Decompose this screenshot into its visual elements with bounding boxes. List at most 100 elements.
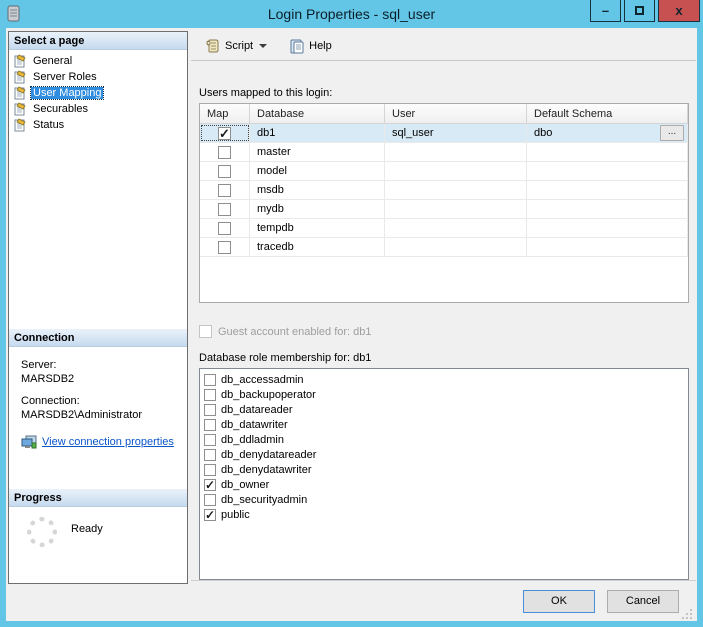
dropdown-arrow-icon [259,43,268,48]
maximize-button[interactable] [624,0,655,22]
page-list: General Server Roles User Mapping Secura… [9,50,187,329]
role-checkbox[interactable] [204,388,216,401]
connection-value: MARSDB2\Administrator [21,409,143,421]
table-row-tempdb[interactable]: tempdb [200,219,688,238]
default-schema-cell[interactable] [527,181,688,199]
users-mapped-table: Map Database User Default Schema db1 sql… [199,103,689,303]
user-cell[interactable] [385,143,527,161]
database-roles-list: db_accessadmin db_backupoperator db_data… [199,368,689,580]
map-checkbox[interactable] [218,221,231,235]
table-row-mydb[interactable]: mydb [200,200,688,219]
database-cell[interactable]: tracedb [250,238,385,256]
list-item-db-accessadmin[interactable]: db_accessadmin [204,372,688,387]
table-row-msdb[interactable]: msdb [200,181,688,200]
default-schema-cell[interactable] [527,162,688,180]
database-cell[interactable]: db1 [250,124,385,142]
server-label: Server: [21,359,57,371]
sidebar-item-user-mapping[interactable]: User Mapping [9,85,187,101]
resize-grip[interactable] [681,608,693,620]
ok-button[interactable]: OK [523,590,595,613]
database-cell[interactable]: mydb [250,200,385,218]
script-button[interactable]: Script [199,34,273,58]
cancel-button[interactable]: Cancel [607,590,679,613]
connection-properties-icon [21,435,37,449]
map-checkbox[interactable] [218,164,231,178]
script-icon [206,39,219,52]
column-header-map[interactable]: Map [200,104,250,123]
map-checkbox[interactable] [218,202,231,216]
view-connection-properties-link[interactable]: View connection properties [42,436,174,448]
table-row-model[interactable]: model [200,162,688,181]
guest-account-checkbox [199,325,212,338]
list-item-db-denydatareader[interactable]: db_denydatareader [204,447,688,462]
sidebar-item-general[interactable]: General [9,53,187,69]
role-name: db_accessadmin [221,373,304,386]
column-header-default-schema[interactable]: Default Schema [527,104,688,123]
sidebar-item-label: Securables [33,103,89,115]
user-cell[interactable] [385,181,527,199]
table-row-tracedb[interactable]: tracedb [200,238,688,257]
help-button[interactable]: Help [283,34,338,58]
role-checkbox[interactable] [204,508,216,522]
role-checkbox[interactable] [204,478,216,492]
role-checkbox[interactable] [204,403,216,416]
list-item-db-securityadmin[interactable]: db_securityadmin [204,492,688,507]
user-mapping-content: Users mapped to this login: Map Database… [191,61,696,580]
default-schema-cell[interactable] [527,238,688,256]
browse-schema-button[interactable]: ... [660,125,684,141]
sidebar-item-label: Server Roles [33,71,97,83]
sidebar-item-label: General [33,55,73,67]
list-item-public[interactable]: public [204,507,688,522]
user-cell[interactable] [385,200,527,218]
server-value: MARSDB2 [21,373,75,385]
database-cell[interactable]: msdb [250,181,385,199]
role-name: db_securityadmin [221,493,308,506]
table-row-db1[interactable]: db1 sql_user dbo ... [200,124,688,143]
map-checkbox[interactable] [218,126,231,142]
map-checkbox[interactable] [218,240,231,254]
database-cell[interactable]: master [250,143,385,161]
sidebar-item-server-roles[interactable]: Server Roles [9,69,187,85]
user-cell[interactable] [385,219,527,237]
default-schema-cell[interactable] [527,219,688,237]
database-cell[interactable]: model [250,162,385,180]
map-checkbox[interactable] [218,145,231,159]
default-schema-cell[interactable] [527,200,688,218]
user-cell[interactable]: sql_user [385,124,527,142]
users-mapped-label: Users mapped to this login: [199,87,333,99]
default-schema-cell[interactable]: dbo ... [527,124,688,142]
user-cell[interactable] [385,162,527,180]
list-item-db-denydatawriter[interactable]: db_denydatawriter [204,462,688,477]
column-header-database[interactable]: Database [250,104,385,123]
role-name: db_datawriter [221,418,288,431]
toolbar: Script Help [191,31,696,61]
list-item-db-datawriter[interactable]: db_datawriter [204,417,688,432]
sidebar-item-securables[interactable]: Securables [9,101,187,117]
list-item-db-datareader[interactable]: db_datareader [204,402,688,417]
database-cell[interactable]: tempdb [250,219,385,237]
list-item-db-ddladmin[interactable]: db_ddladmin [204,432,688,447]
table-row-master[interactable]: master [200,143,688,162]
sidebar-item-status[interactable]: Status [9,117,187,133]
title-bar[interactable]: Login Properties - sql_user – x [0,0,703,28]
page-icon [14,102,26,116]
user-cell[interactable] [385,238,527,256]
role-checkbox[interactable] [204,493,216,506]
sidebar: Select a page General Server Roles User … [8,31,188,584]
list-item-db-backupoperator[interactable]: db_backupoperator [204,387,688,402]
default-schema-cell[interactable] [527,143,688,161]
list-item-db-owner[interactable]: db_owner [204,477,688,492]
role-checkbox[interactable] [204,433,216,446]
minimize-button[interactable]: – [590,0,621,22]
help-button-label: Help [309,39,332,52]
role-checkbox[interactable] [204,463,216,476]
map-checkbox[interactable] [218,183,231,197]
sidebar-item-label: Status [33,119,65,131]
table-empty-area [200,257,688,302]
role-checkbox[interactable] [204,448,216,461]
role-checkbox[interactable] [204,418,216,431]
dialog-body: Select a page General Server Roles User … [6,28,697,621]
column-header-user[interactable]: User [385,104,527,123]
close-button[interactable]: x [658,0,700,22]
role-checkbox[interactable] [204,373,216,386]
